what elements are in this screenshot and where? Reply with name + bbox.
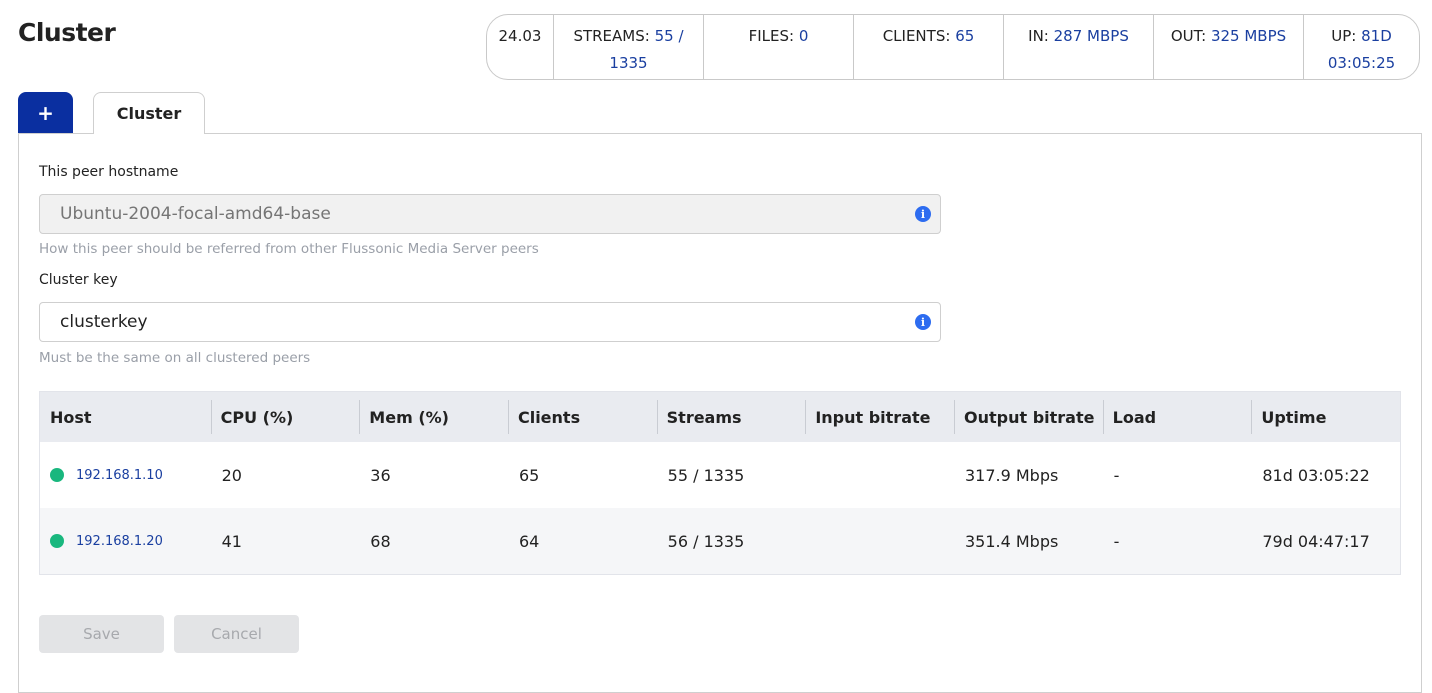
stat-in: IN: 287 MBPS <box>1003 15 1153 79</box>
cpu-cell: 41 <box>221 531 242 551</box>
info-icon[interactable]: i <box>915 314 931 330</box>
in-value: 287 MBPS <box>1053 27 1129 45</box>
up-label: UP: <box>1331 27 1357 45</box>
hostname-help-text: How this peer should be referred from ot… <box>39 241 539 257</box>
files-value: 0 <box>798 27 809 45</box>
input-bitrate-cell <box>805 442 954 508</box>
mem-cell: 36 <box>370 465 391 485</box>
host-link[interactable]: 192.168.1.20 <box>76 534 163 549</box>
host-cell: 192.168.1.10 <box>40 442 211 508</box>
cluster-key-label: Cluster key <box>39 272 118 288</box>
cancel-button[interactable]: Cancel <box>174 615 299 653</box>
tab-cluster-label: Cluster <box>116 104 182 123</box>
column-header-input-bitrate[interactable]: Input bitrate <box>805 392 954 442</box>
column-header-cpu[interactable]: CPU (%) <box>210 392 360 442</box>
stat-streams: STREAMS: 55 / 1335 <box>553 15 703 79</box>
column-header-mem[interactable]: Mem (%) <box>359 392 508 442</box>
column-header-output-bitrate[interactable]: Output bitrate <box>953 392 1103 442</box>
hostname-input[interactable] <box>40 203 902 225</box>
hostname-field-wrapper: i <box>39 194 941 234</box>
host-cell: 192.168.1.20 <box>40 508 211 574</box>
cluster-key-help-text: Must be the same on all clustered peers <box>39 350 311 366</box>
server-stats-bar: 24.03 STREAMS: 55 / 1335 FILES: 0 CLIENT… <box>486 14 1420 80</box>
streams-label: STREAMS: <box>573 27 650 45</box>
stat-clients: CLIENTS: 65 <box>853 15 1003 79</box>
clients-cell: 64 <box>518 531 540 551</box>
streams-cell: 56 / 1335 <box>667 531 745 551</box>
out-label: OUT: <box>1170 27 1207 45</box>
cluster-key-field-wrapper: i <box>39 302 941 342</box>
column-header-uptime[interactable]: Uptime <box>1251 392 1400 442</box>
out-value: 325 MBPS <box>1210 27 1287 45</box>
cluster-key-input[interactable] <box>40 311 902 333</box>
host-link[interactable]: 192.168.1.10 <box>76 468 163 483</box>
hostname-label: This peer hostname <box>39 164 179 180</box>
cluster-peers-table: Host CPU (%) Mem (%) Clients Streams Inp… <box>39 391 1401 575</box>
table-row: 192.168.1.10 20 36 65 55 / 1335 317.9 Mb… <box>40 442 1400 508</box>
load-cell: - <box>1113 531 1120 551</box>
column-header-load[interactable]: Load <box>1102 392 1252 442</box>
column-header-streams[interactable]: Streams <box>656 392 806 442</box>
stat-version: 24.03 <box>487 15 553 79</box>
input-bitrate-cell <box>805 508 954 574</box>
stat-files: FILES: 0 <box>703 15 853 79</box>
cluster-settings-panel: This peer hostname i How this peer shoul… <box>18 133 1422 693</box>
up-value-time: 03:05:25 <box>1327 54 1396 72</box>
up-value-days: 81D <box>1361 27 1392 45</box>
uptime-cell: 81d 03:05:22 <box>1262 465 1370 485</box>
clients-value: 65 <box>955 27 975 45</box>
stat-uptime: UP: 81D 03:05:25 <box>1303 15 1419 79</box>
output-bitrate-cell: 351.4 Mbps <box>964 531 1059 551</box>
column-header-host[interactable]: Host <box>40 392 211 442</box>
clients-cell: 65 <box>518 465 540 485</box>
uptime-cell: 79d 04:47:17 <box>1262 531 1370 551</box>
table-row: 192.168.1.20 41 68 64 56 / 1335 351.4 Mb… <box>40 508 1400 574</box>
cpu-cell: 20 <box>221 465 242 485</box>
table-header: Host CPU (%) Mem (%) Clients Streams Inp… <box>40 392 1400 442</box>
column-header-clients[interactable]: Clients <box>507 392 657 442</box>
plus-icon: + <box>37 100 54 125</box>
files-label: FILES: <box>748 27 795 45</box>
load-cell: - <box>1113 465 1120 485</box>
info-icon[interactable]: i <box>915 206 931 222</box>
stat-out: OUT: 325 MBPS <box>1153 15 1303 79</box>
add-tab-button[interactable]: + <box>18 92 73 133</box>
status-online-icon <box>50 534 64 548</box>
status-online-icon <box>50 468 64 482</box>
streams-cell: 55 / 1335 <box>667 465 745 485</box>
output-bitrate-cell: 317.9 Mbps <box>964 465 1059 485</box>
page-title: Cluster <box>18 18 116 47</box>
tab-cluster[interactable]: Cluster <box>93 92 205 134</box>
in-label: IN: <box>1028 27 1049 45</box>
version-value: 24.03 <box>498 27 542 45</box>
save-button[interactable]: Save <box>39 615 164 653</box>
mem-cell: 68 <box>370 531 391 551</box>
clients-label: CLIENTS: <box>882 27 951 45</box>
